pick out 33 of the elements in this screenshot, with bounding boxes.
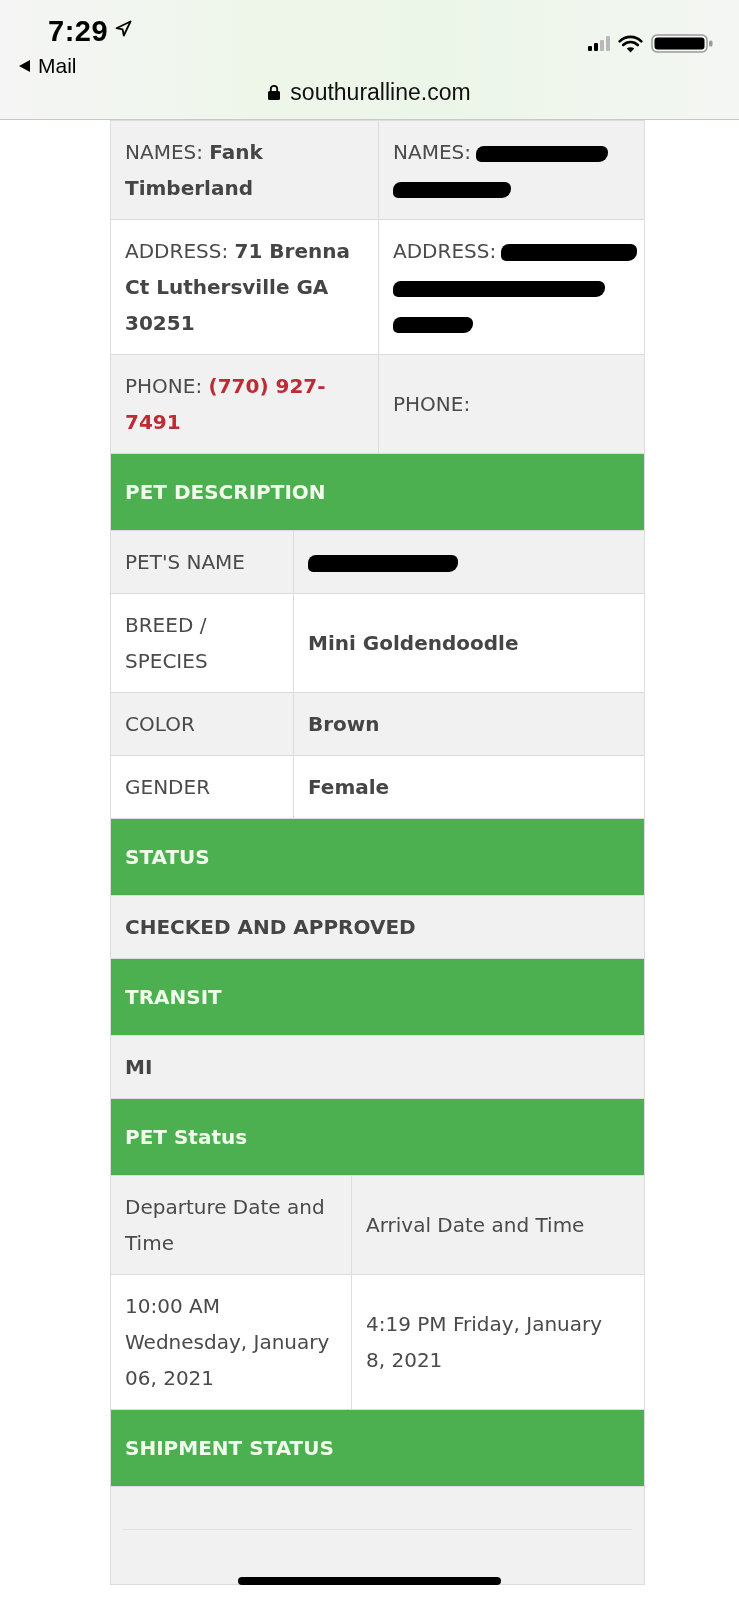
table-cell: PET'S NAME bbox=[110, 530, 294, 594]
section-header: PET Status bbox=[110, 1099, 645, 1176]
column-header: Departure Date and Time bbox=[110, 1175, 352, 1275]
wifi-icon bbox=[618, 34, 643, 53]
table-cell: Female bbox=[293, 755, 645, 819]
section-header: TRANSIT bbox=[110, 959, 645, 1036]
section-header: SHIPMENT STATUS bbox=[110, 1410, 645, 1487]
section-header: STATUS bbox=[110, 819, 645, 896]
table-cell: BREED / SPECIES bbox=[110, 593, 294, 693]
battery-icon bbox=[651, 34, 713, 53]
status-time: 7:29 bbox=[48, 14, 109, 48]
table-cell: PHONE: bbox=[378, 354, 645, 454]
table-cell: PHONE: (770) 927-7491 bbox=[110, 354, 379, 454]
table-cell: CHECKED AND APPROVED bbox=[110, 895, 645, 959]
back-link[interactable]: Mail bbox=[19, 54, 77, 78]
table-cell: Brown bbox=[293, 692, 645, 756]
table-cell: GENDER bbox=[110, 755, 294, 819]
lock-icon bbox=[268, 84, 281, 100]
table-cell: MI bbox=[110, 1035, 645, 1099]
table-cell: 4:19 PM Friday, January 8, 2021 bbox=[351, 1274, 645, 1410]
table-cell: ADDRESS: 71 Brenna Ct Luthersville GA 30251 bbox=[110, 219, 379, 355]
table-cell: COLOR bbox=[110, 692, 294, 756]
signal-icon bbox=[588, 36, 610, 51]
field-label: ADDRESS: bbox=[393, 239, 497, 263]
table-cell: NAMES: Fank Timberland bbox=[110, 120, 379, 220]
section-header: PET DESCRIPTION bbox=[110, 454, 645, 531]
table-cell: Mini Goldendoodle bbox=[293, 593, 645, 693]
table-cell: 10:00 AM Wednesday, January 06, 2021 bbox=[110, 1274, 352, 1410]
column-header: Arrival Date and Time bbox=[351, 1175, 645, 1275]
url-text[interactable]: southuralline.com bbox=[290, 78, 471, 106]
location-arrow-icon bbox=[115, 20, 133, 37]
back-arrow-icon bbox=[19, 60, 30, 72]
field-label: NAMES: bbox=[393, 140, 471, 164]
